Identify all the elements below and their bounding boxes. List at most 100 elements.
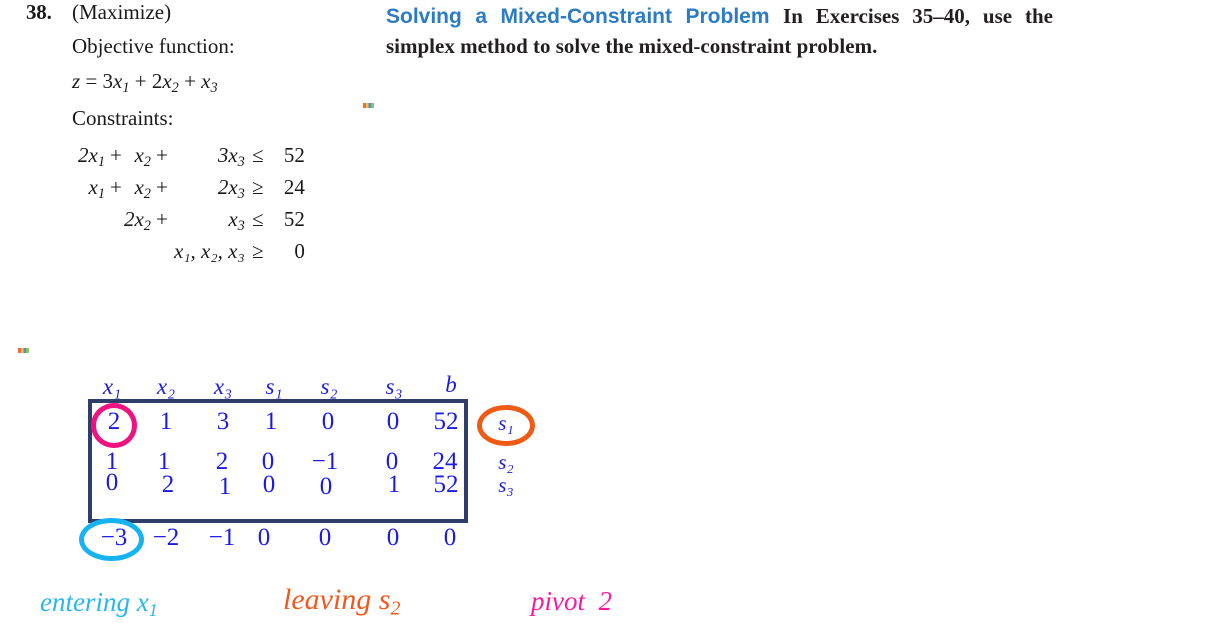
- constraint-term-1-text: x: [88, 174, 98, 199]
- term3-subscript: 3: [210, 79, 218, 96]
- tableau-column-header-x3: x₃: [213, 374, 233, 399]
- constraint-rhs: 52: [283, 142, 305, 167]
- annotation-entering: entering x1: [40, 587, 158, 621]
- annotation-leaving: leaving s2: [283, 583, 400, 621]
- constraint-term-1: 2x1: [78, 141, 108, 173]
- objective-row-cell: 0: [443, 524, 457, 551]
- constraints-label: Constraints:: [72, 105, 174, 130]
- constraint-term-2: 2x2: [124, 205, 154, 237]
- scan-artifact-mark: [363, 103, 374, 108]
- tableau-cell: 0: [321, 408, 335, 435]
- objective-row-cell: −1: [208, 524, 236, 551]
- term1-variable: x: [113, 69, 123, 93]
- objective-function-equation: z = 3x1 + 2x2 + x3: [72, 69, 386, 97]
- annotation-pivot-value: 2: [598, 586, 613, 616]
- constraint-term-1-sub: 1: [97, 185, 105, 202]
- tableau-column-header-x2: x₂: [156, 374, 176, 399]
- annotation-pivot: pivot 2: [531, 586, 612, 617]
- tableau-column-header-x1: x₁: [102, 374, 122, 399]
- constraint-row: x1 + x2 + 2x3 ≥ 24: [78, 173, 305, 205]
- exercise-header-row: 38. (Maximize): [26, 0, 386, 25]
- constraint-term-1-text: 2x: [78, 142, 98, 167]
- constraint-term-3-text: x: [228, 206, 238, 231]
- constraint-relation: ≤: [252, 206, 264, 231]
- constraint-term-2: x2: [124, 173, 154, 205]
- constraint-operator-1: [108, 205, 124, 237]
- constraint-term-3: 3x3: [170, 141, 245, 173]
- objective-row-cell: 0: [386, 524, 400, 551]
- annotation-entering-text: entering x: [40, 587, 149, 617]
- constraint-term-3: 2x3: [170, 173, 245, 205]
- term2-subscript: 2: [171, 79, 179, 96]
- objective-equals: =: [85, 69, 98, 93]
- objective-plus-1: +: [134, 69, 147, 93]
- constraints-list: 2x1 + x2 + 3x3 ≤ 52 x1 + x2 + 2x3 ≥ 24 2…: [78, 141, 305, 266]
- exercise-statement: 38. (Maximize) Objective function: z = 3…: [26, 0, 386, 266]
- objective-function-label: Objective function:: [72, 34, 235, 58]
- constraint-term-2: x2: [124, 141, 154, 173]
- entering-variable-circle-annotation: [79, 518, 144, 561]
- tableau-cell: 0: [105, 469, 119, 496]
- constraint-term-2: [124, 237, 154, 266]
- constraint-term-3-sub: 3: [237, 217, 245, 234]
- tableau-column-header-s3: s₃: [385, 374, 403, 399]
- constraint-rhs: 24: [283, 174, 305, 199]
- constraint-term-3-sub: 3: [237, 153, 245, 170]
- scan-artifact-mark: [18, 348, 29, 353]
- objective-plus-2: +: [184, 69, 196, 93]
- annotation-pivot-text: pivot: [531, 586, 585, 616]
- constraint-term-2-sub: 2: [143, 217, 151, 234]
- constraint-relation: ≥: [252, 238, 264, 263]
- constraint-operator-2: [154, 237, 170, 266]
- tableau-cell: 1: [387, 471, 401, 498]
- tableau-cell: 2: [215, 448, 229, 475]
- objective-term-3: x3: [201, 69, 218, 96]
- tableau-cell: 52: [433, 408, 459, 435]
- pivot-element-circle-annotation: [91, 403, 137, 448]
- term1-subscript: 1: [122, 79, 130, 96]
- constraint-operator-1: [108, 237, 124, 266]
- constraint-operator-2: +: [156, 174, 168, 199]
- constraint-term-1: [78, 205, 108, 237]
- constraint-operator-1: +: [110, 142, 122, 167]
- annotation-entering-subscript: 1: [148, 599, 158, 620]
- objective-row-cell: 0: [257, 524, 271, 551]
- objective-row-cell: −2: [152, 524, 180, 551]
- tableau-cell: 0: [386, 408, 400, 435]
- tableau-cell: 0: [262, 471, 276, 498]
- tableau-column-header-s2: s₂: [320, 374, 338, 399]
- tableau-cell: 1: [159, 408, 173, 435]
- constraint-term-2-sub: 2: [143, 153, 151, 170]
- leaving-variable-circle-annotation: [477, 405, 535, 446]
- term2-variable: x: [162, 69, 172, 93]
- constraint-term-3-text: 2x: [217, 174, 238, 199]
- constraint-term-2-sub: 2: [143, 185, 151, 202]
- annotation-leaving-text: leaving s: [283, 583, 391, 616]
- objective-row-cell: 0: [318, 524, 332, 551]
- objective-term-1: 3x1: [102, 69, 130, 96]
- constraint-operator-2: +: [156, 142, 168, 167]
- constraint-operator-1: +: [110, 174, 122, 199]
- tableau-cell: −1: [311, 448, 339, 475]
- constraint-row: 2x1 + x2 + 3x3 ≤ 52: [78, 141, 305, 173]
- tableau-basis-label-s2: s₂: [498, 450, 514, 474]
- exercise-number: 38.: [26, 0, 52, 24]
- annotation-leaving-subscript: 2: [390, 597, 401, 620]
- constraint-row-nonnegativity: x₁, x₂, x₃ ≥ 0: [78, 237, 305, 266]
- constraint-rhs: 52: [283, 206, 305, 231]
- constraint-operator-2: +: [156, 206, 168, 231]
- simplex-tableau: x₁ x₂ x₃ s₁ s₂ s₃ b 2 1 3 1 0 0 52 1 1 2…: [79, 372, 558, 561]
- tableau-cell: 3: [216, 408, 230, 435]
- tableau-column-header-s1: s₁: [265, 374, 283, 399]
- term1-coefficient: 3: [102, 69, 114, 93]
- tableau-cell: 1: [264, 408, 278, 435]
- tableau-basis-label-s3: s₃: [498, 473, 514, 497]
- tableau-cell: 2: [161, 471, 175, 498]
- objective-term-2: 2x2: [152, 69, 179, 96]
- constraint-term-2-text: x: [134, 174, 144, 199]
- tableau-cell: 1: [218, 473, 232, 500]
- constraint-row: 2x2 + x3 ≤ 52: [78, 205, 305, 237]
- constraint-term-2-text: 2x: [123, 206, 144, 231]
- constraint-relation: ≤: [252, 142, 264, 167]
- constraint-term-3: x3: [170, 205, 245, 237]
